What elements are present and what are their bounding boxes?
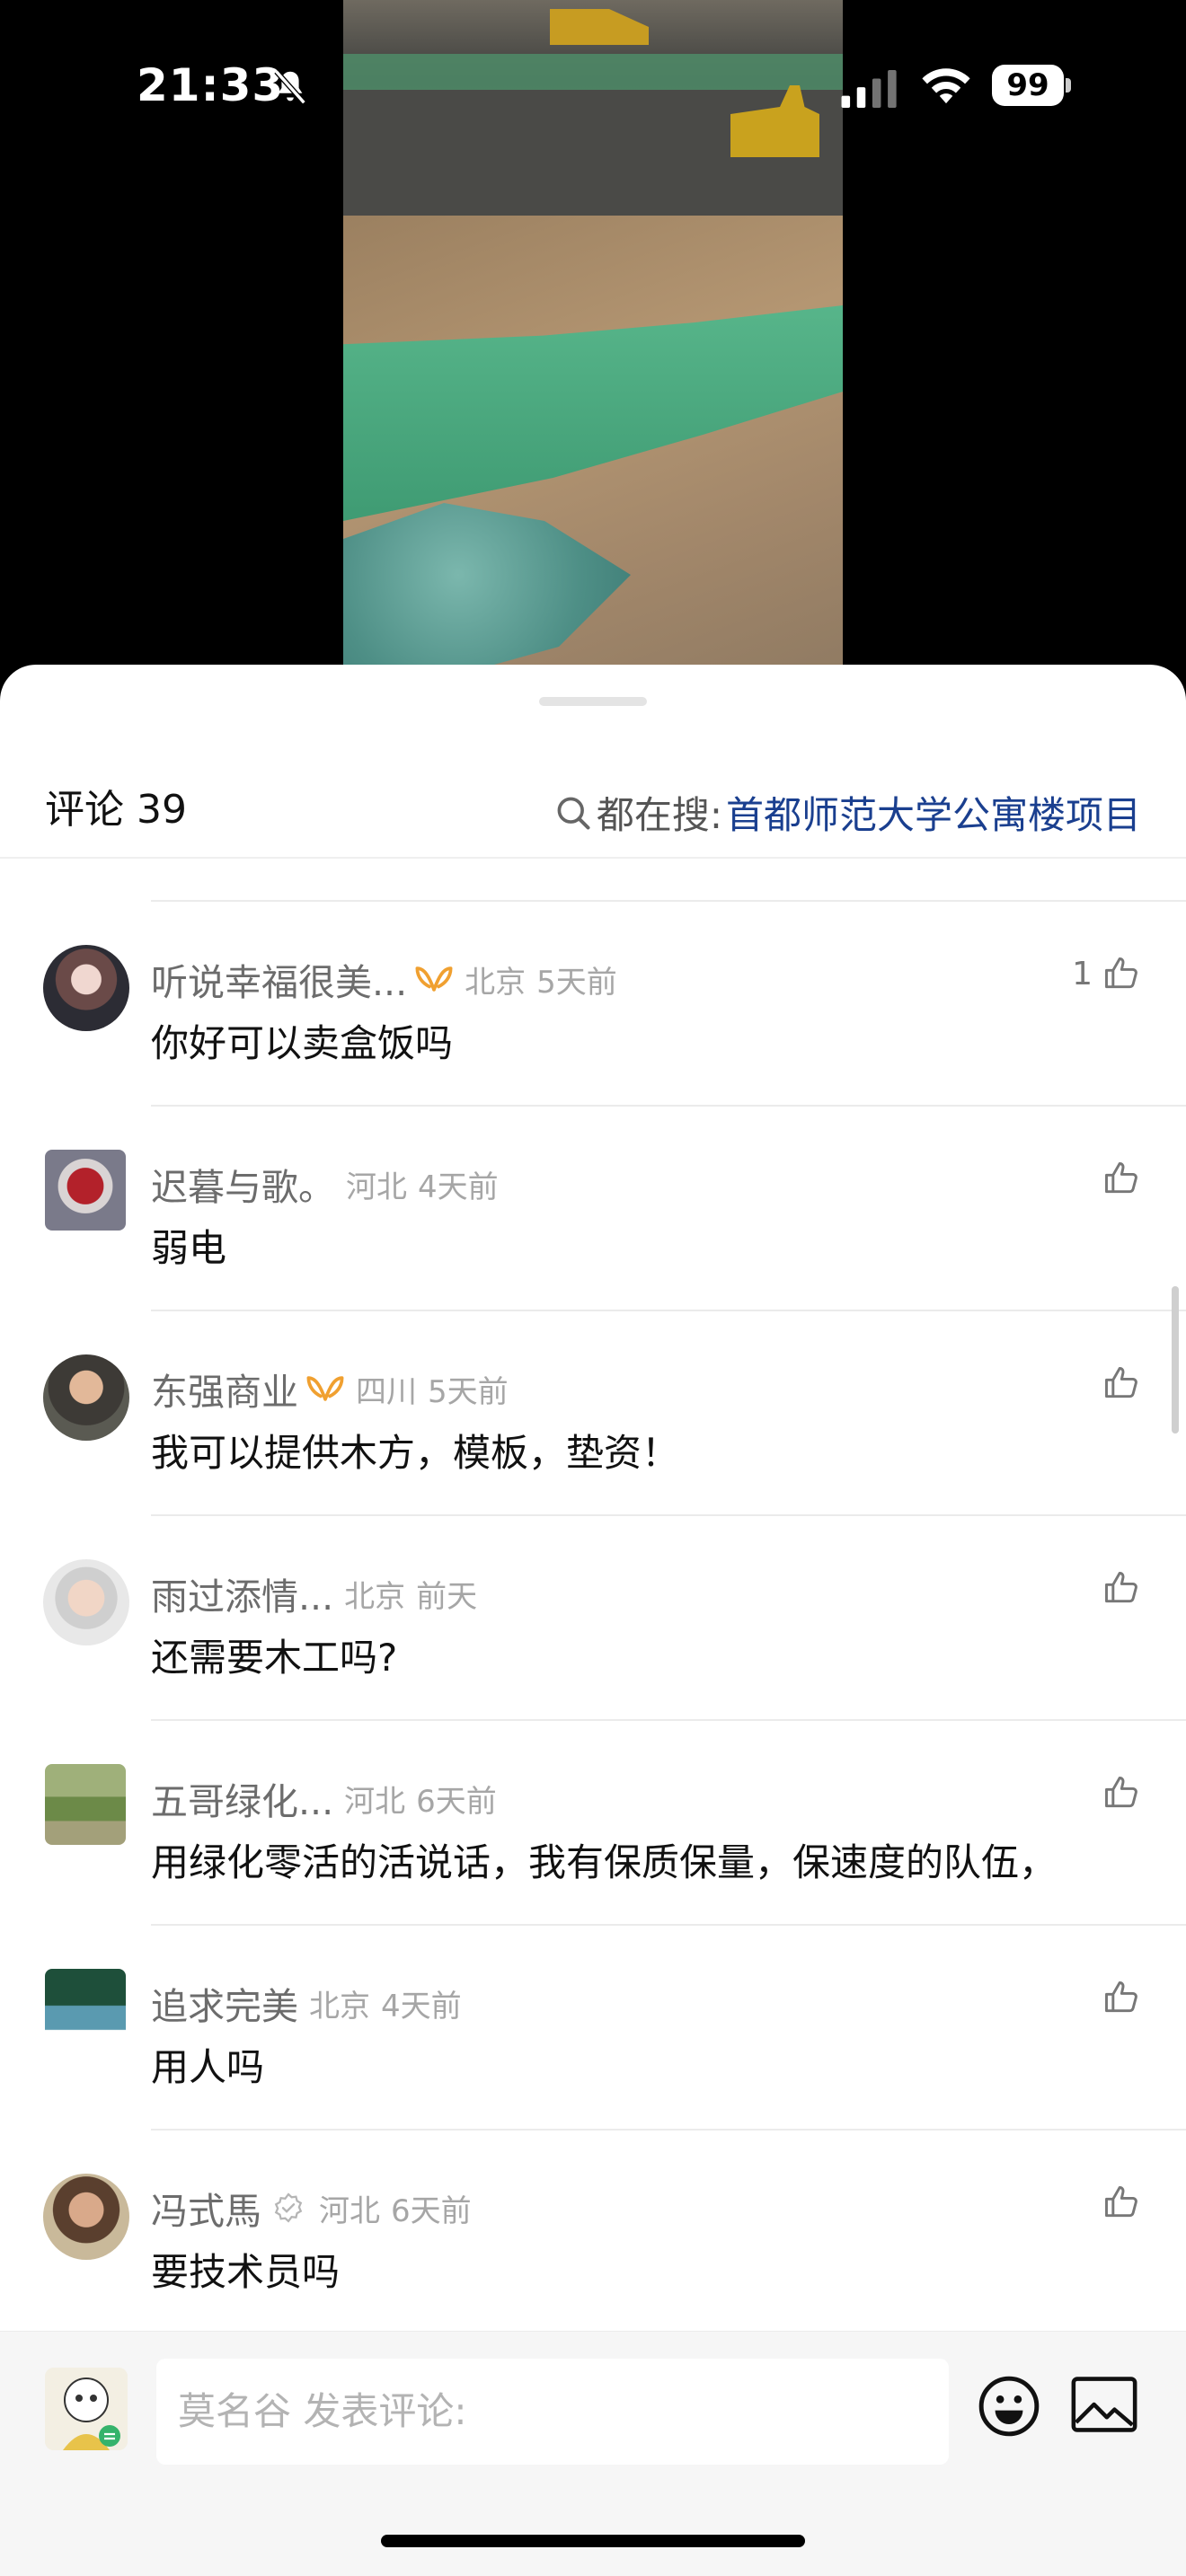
search-label: 都在搜: <box>596 793 722 837</box>
thumbs-up-icon <box>1105 1981 1137 2013</box>
comment-item[interactable]: 东强商业 四川 5天前 我可以提供木方，模板，垫资！ <box>0 1311 1186 1516</box>
avatar[interactable] <box>43 2174 129 2260</box>
avatar[interactable] <box>45 1764 126 1845</box>
comment-text: 用绿化零活的活说话，我有保质保量，保速度的队伍， <box>151 1840 1058 1884</box>
comment-input[interactable]: 莫名谷 发表评论: <box>156 2359 949 2465</box>
comment-meta: 东强商业 四川 5天前 <box>151 1362 509 1416</box>
comment-text: 还需要木工吗? <box>151 1636 398 1680</box>
comment-text: 你好可以卖盒饭吗 <box>151 1021 454 1065</box>
comment-item[interactable]: 冯式馬 河北 6天前 要技术员吗 <box>0 2130 1186 2335</box>
vip-badge-icon <box>415 966 453 992</box>
comment-time: 6天前 <box>391 2192 472 2229</box>
comment-time: 6天前 <box>416 1783 497 1820</box>
my-avatar[interactable] <box>45 2368 128 2450</box>
battery-indicator: 99 <box>992 65 1073 106</box>
comments-count-title: 评论 39 <box>45 787 187 833</box>
comment-meta: 追求完美 北京 4天前 <box>151 1976 462 2030</box>
comment-sheet: 评论 39 都在搜: 首都师范大学公寓楼项目 听说幸福很美... 北京 5天前 … <box>0 665 1186 2576</box>
comment-time: 4天前 <box>418 1169 499 1205</box>
comment-username[interactable]: 追求完美 <box>151 1976 298 2030</box>
comment-meta: 迟暮与歌。 河北 4天前 <box>151 1157 499 1211</box>
comment-location: 北京 <box>465 964 527 1001</box>
comment-username[interactable]: 听说幸福很美... <box>151 952 407 1006</box>
comment-meta: 雨过添情... 北京 前天 <box>151 1566 477 1620</box>
emoji-icon[interactable] <box>976 2373 1042 2439</box>
thumbs-up-icon <box>1105 1162 1137 1194</box>
comment-list: 听说幸福很美... 北京 5天前 你好可以卖盒饭吗 1 迟暮与歌。 河北 4天前… <box>0 902 1186 2335</box>
avatar[interactable] <box>43 1354 129 1441</box>
comment-time: 5天前 <box>428 1373 509 1410</box>
scrollbar[interactable] <box>1172 1286 1179 1434</box>
wifi-icon <box>922 68 970 104</box>
comment-location: 北京 <box>309 1988 370 2025</box>
thumbs-up-icon <box>1105 1777 1137 1808</box>
like-button[interactable] <box>1093 1773 1141 1813</box>
like-button[interactable] <box>1093 1363 1141 1403</box>
image-icon[interactable] <box>1071 2375 1137 2434</box>
comment-location: 河北 <box>344 1783 406 1820</box>
thumbs-up-icon <box>1105 957 1137 989</box>
like-button[interactable]: 1 <box>1072 954 1141 993</box>
thumbs-up-icon <box>1105 1572 1137 1603</box>
comment-username[interactable]: 五哥绿化... <box>151 1771 333 1825</box>
comments-header: 评论 39 都在搜: 首都师范大学公寓楼项目 <box>0 745 1186 838</box>
comment-text: 弱电 <box>151 1226 227 1270</box>
comment-username[interactable]: 雨过添情... <box>151 1566 333 1620</box>
avatar[interactable] <box>45 1969 126 2050</box>
like-count: 1 <box>1072 955 1093 992</box>
comment-item[interactable]: 五哥绿化... 河北 6天前 用绿化零活的活说话，我有保质保量，保速度的队伍， <box>0 1721 1186 1926</box>
like-button[interactable] <box>1093 1568 1141 1608</box>
verified-badge-icon <box>274 2192 303 2223</box>
like-button[interactable] <box>1093 1159 1141 1198</box>
comment-time: 5天前 <box>536 964 617 1001</box>
battery-level: 99 <box>992 65 1064 106</box>
battery-nub <box>1066 78 1071 93</box>
thumbs-up-icon <box>1105 1367 1137 1398</box>
silent-bell-icon <box>274 69 306 105</box>
search-icon <box>557 797 590 830</box>
search-query[interactable]: 首都师范大学公寓楼项目 <box>726 785 1141 840</box>
comment-location: 北京 <box>344 1578 406 1615</box>
comment-text: 要技术员吗 <box>151 2250 341 2294</box>
comment-location: 河北 <box>319 2192 380 2229</box>
comment-location: 河北 <box>346 1169 407 1205</box>
comment-username[interactable]: 东强商业 <box>151 1362 298 1416</box>
cartoon-avatar-icon <box>45 2368 128 2450</box>
comment-item[interactable]: 追求完美 北京 4天前 用人吗 <box>0 1926 1186 2130</box>
avatar[interactable] <box>45 1150 126 1231</box>
comment-time: 前天 <box>416 1578 478 1615</box>
comment-item[interactable]: 雨过添情... 北京 前天 还需要木工吗? <box>0 1516 1186 1721</box>
comment-item[interactable]: 听说幸福很美... 北京 5天前 你好可以卖盒饭吗 1 <box>0 902 1186 1107</box>
comment-meta: 冯式馬 河北 6天前 <box>151 2181 472 2235</box>
comment-meta: 五哥绿化... 河北 6天前 <box>151 1771 497 1825</box>
avatar[interactable] <box>43 1559 129 1645</box>
like-button[interactable] <box>1093 1978 1141 2017</box>
status-time: 21:33 <box>137 59 285 111</box>
thumbs-up-icon <box>1105 2186 1137 2218</box>
like-button[interactable] <box>1093 2183 1141 2222</box>
home-indicator[interactable] <box>381 2535 805 2547</box>
avatar[interactable] <box>43 945 129 1031</box>
cellular-signal-icon <box>841 70 897 108</box>
comment-text: 我可以提供木方，模板，垫资！ <box>151 1431 680 1475</box>
comment-username[interactable]: 迟暮与歌。 <box>151 1157 335 1211</box>
comment-time: 4天前 <box>381 1988 462 2025</box>
status-bar: 21:33 99 <box>0 0 1186 171</box>
sheet-drag-handle[interactable] <box>539 697 647 706</box>
comment-location: 四川 <box>356 1373 417 1410</box>
comment-text: 用人吗 <box>151 2045 265 2089</box>
trending-search-link[interactable]: 都在搜: 首都师范大学公寓楼项目 <box>553 785 1141 840</box>
comment-item[interactable]: 迟暮与歌。 河北 4天前 弱电 <box>0 1107 1186 1311</box>
header-divider <box>0 857 1186 859</box>
vip-badge-icon <box>306 1376 344 1401</box>
comment-meta: 听说幸福很美... 北京 5天前 <box>151 952 617 1006</box>
comment-username[interactable]: 冯式馬 <box>151 2181 261 2235</box>
